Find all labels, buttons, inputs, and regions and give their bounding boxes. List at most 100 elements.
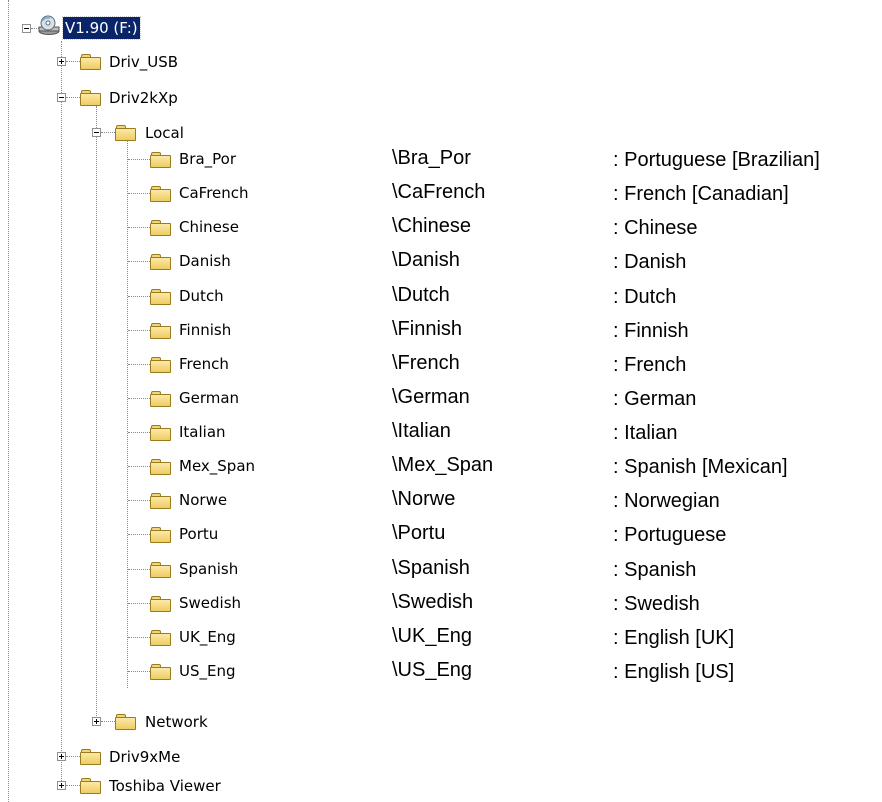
connector: [128, 261, 150, 262]
language-description: : Swedish: [613, 593, 700, 615]
connector: [66, 61, 80, 62]
folder-path-label: \Bra_Por: [392, 147, 471, 169]
tree-item-local-folder[interactable]: Chinese: [179, 216, 239, 238]
drive-label[interactable]: V1.90 (F:): [62, 16, 141, 40]
language-description: : French: [613, 354, 687, 376]
connector: [128, 364, 150, 365]
folder-icon: [150, 288, 171, 305]
folder-path-label: \Chinese: [392, 215, 471, 237]
folder-path-label: \Danish: [392, 249, 460, 271]
connector: [101, 132, 115, 133]
connector: [128, 637, 150, 638]
tree-item-local-folder[interactable]: UK_Eng: [179, 626, 236, 648]
language-description: : Portuguese: [613, 524, 727, 546]
driv2kxp-collapse-button[interactable]: [57, 93, 66, 102]
folder-path-label: \Finnish: [392, 318, 463, 340]
folder-icon: [150, 356, 171, 373]
connector: [128, 432, 150, 433]
folder-path-label: \CaFrench: [392, 181, 486, 203]
connector: [128, 500, 150, 501]
connector: [66, 756, 80, 757]
language-description: : English [UK]: [613, 627, 735, 649]
driv9xme-expand-button[interactable]: [57, 752, 66, 761]
tree-guide-local: [127, 141, 128, 688]
drive-collapse-button[interactable]: [22, 24, 31, 33]
toshiba-viewer-expand-button[interactable]: [57, 781, 66, 790]
language-description: : French [Canadian]: [613, 183, 789, 205]
tree-item-driv-usb[interactable]: Driv_USB: [109, 51, 178, 73]
tree-item-local-folder[interactable]: French: [179, 353, 229, 375]
folder-icon: [150, 322, 171, 339]
language-description: : Spanish [Mexican]: [613, 456, 788, 478]
local-collapse-button[interactable]: [92, 128, 101, 137]
folder-icon: [150, 424, 171, 441]
connector: [128, 227, 150, 228]
language-description: : Danish: [613, 251, 687, 273]
connector: [66, 97, 80, 98]
language-description: : Norwegian: [613, 490, 720, 512]
folder-icon: [115, 713, 136, 730]
tree-item-driv2kxp[interactable]: Driv2kXp: [109, 87, 178, 109]
folder-path-label: \Mex_Span: [392, 454, 494, 476]
language-description: : English [US]: [613, 661, 735, 683]
folder-path-label: \Norwe: [392, 488, 456, 510]
connector: [128, 603, 150, 604]
tree-item-local-folder[interactable]: US_Eng: [179, 660, 236, 682]
folder-icon: [80, 53, 101, 70]
folder-path-label: \French: [392, 352, 460, 374]
folder-path-label: \Portu: [392, 522, 446, 544]
folder-path-label: \UK_Eng: [392, 625, 473, 647]
tree-item-network[interactable]: Network: [145, 711, 208, 733]
tree-item-local-folder[interactable]: Swedish: [179, 592, 241, 614]
tree-item-local-folder[interactable]: CaFrench: [179, 182, 249, 204]
folder-icon: [150, 253, 171, 270]
folder-path-label: \Spanish: [392, 557, 470, 579]
tree-item-local-folder[interactable]: Spanish: [179, 558, 238, 580]
tree-guide-driv2kxp: [96, 106, 97, 722]
folder-path-label: \Swedish: [392, 591, 474, 613]
language-description: : German: [613, 388, 697, 410]
folder-icon: [150, 629, 171, 646]
connector: [128, 159, 150, 160]
tree-item-local-folder[interactable]: Finnish: [179, 319, 231, 341]
tree-item-local-folder[interactable]: Bra_Por: [179, 148, 236, 170]
folder-icon: [150, 151, 171, 168]
tree-guide-drive: [61, 41, 62, 785]
folder-icon: [150, 458, 171, 475]
folder-path-label: \Italian: [392, 420, 451, 442]
cd-drive-icon: [38, 15, 60, 35]
tree-item-local-folder[interactable]: Danish: [179, 250, 231, 272]
connector: [128, 569, 150, 570]
tree-item-local-folder[interactable]: Portu: [179, 523, 218, 545]
language-description: : Spanish: [613, 559, 697, 581]
folder-path-label: \German: [392, 386, 470, 408]
tree-item-local[interactable]: Local: [145, 122, 184, 144]
folder-icon: [150, 595, 171, 612]
folder-icon: [150, 492, 171, 509]
tree-item-local-folder[interactable]: Norwe: [179, 489, 227, 511]
tree-item-local-folder[interactable]: German: [179, 387, 239, 409]
tree-item-local-folder[interactable]: Italian: [179, 421, 226, 443]
tree-item-local-folder[interactable]: Dutch: [179, 285, 224, 307]
connector: [128, 296, 150, 297]
folder-icon: [80, 89, 101, 106]
folder-icon: [150, 663, 171, 680]
language-description: : Portuguese [Brazilian]: [613, 149, 820, 171]
connector: [128, 398, 150, 399]
network-expand-button[interactable]: [92, 717, 101, 726]
folder-icon: [150, 526, 171, 543]
language-description: : Dutch: [613, 286, 677, 308]
connector: [101, 721, 115, 722]
connector: [128, 671, 150, 672]
tree-item-driv9xme[interactable]: Driv9xMe: [109, 746, 180, 768]
folder-icon: [80, 748, 101, 765]
tree-item-local-folder[interactable]: Mex_Span: [179, 455, 255, 477]
connector: [66, 785, 80, 786]
connector: [128, 330, 150, 331]
language-description: : Finnish: [613, 320, 689, 342]
folder-icon: [80, 777, 101, 794]
tree-item-toshiba-viewer[interactable]: Toshiba Viewer: [109, 775, 221, 797]
driv-usb-expand-button[interactable]: [57, 57, 66, 66]
connector: [128, 534, 150, 535]
language-description: : Chinese: [613, 217, 698, 239]
